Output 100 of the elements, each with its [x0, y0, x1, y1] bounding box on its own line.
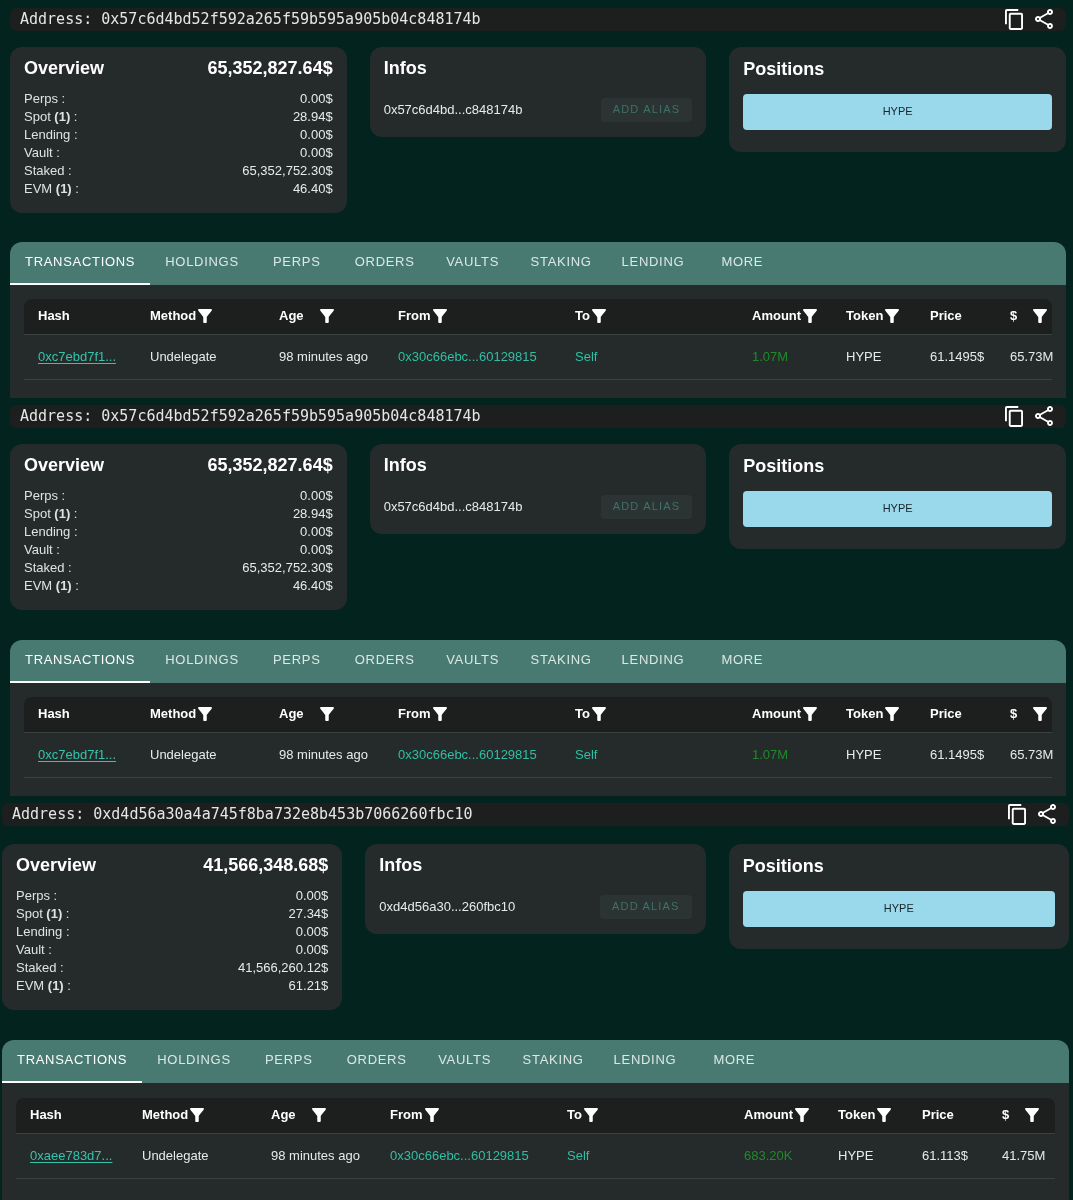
tab[interactable]: LENDING	[598, 1039, 692, 1083]
tab[interactable]: ORDERS	[331, 1039, 422, 1083]
filter-icon[interactable]	[198, 309, 213, 323]
share-icon[interactable]	[1035, 9, 1053, 30]
position-button[interactable]: HYPE	[743, 93, 1052, 130]
hash-link[interactable]: 0xc7ebd7f1...	[38, 346, 117, 367]
column-header[interactable]: Amount	[752, 704, 818, 724]
tab[interactable]: PERPS	[253, 639, 340, 683]
column-header[interactable]: $	[1002, 1105, 1040, 1125]
balance-label: Vault :	[24, 540, 60, 559]
column-header[interactable]: To	[575, 306, 606, 326]
filter-icon[interactable]	[432, 309, 447, 323]
filter-icon[interactable]	[885, 707, 900, 721]
column-header[interactable]: To	[567, 1105, 598, 1125]
filter-icon[interactable]	[432, 707, 447, 721]
filter-icon[interactable]	[319, 309, 334, 323]
hash-link[interactable]: 0xc7ebd7f1...	[38, 744, 117, 765]
column-header[interactable]: Price	[922, 1105, 954, 1125]
table-cell-text: HYPE	[838, 1146, 874, 1165]
tab[interactable]: HOLDINGS	[142, 1039, 246, 1083]
filter-icon[interactable]	[803, 309, 818, 323]
address-link[interactable]: 0x30c66ebc...60129815	[390, 1145, 529, 1166]
tab[interactable]: STAKING	[507, 1039, 599, 1083]
balance-value: 46.40$	[292, 179, 333, 198]
tab[interactable]: LENDING	[606, 241, 700, 285]
positions-title: Positions	[743, 455, 825, 478]
table-cell-text: 61.1495$	[930, 347, 985, 366]
column-header[interactable]: Price	[930, 704, 962, 724]
tab[interactable]: STAKING	[515, 639, 607, 683]
position-button[interactable]: HYPE	[743, 490, 1052, 527]
column-header[interactable]: Method	[142, 1105, 205, 1125]
tab[interactable]: PERPS	[253, 241, 340, 285]
tab[interactable]: VAULTS	[421, 1039, 508, 1083]
tab[interactable]: HOLDINGS	[150, 639, 254, 683]
filter-icon[interactable]	[1033, 707, 1048, 721]
copy-icon[interactable]	[1005, 8, 1023, 30]
balance-label: EVM (1) :	[24, 179, 79, 198]
address-link[interactable]: Self	[575, 744, 598, 765]
tab[interactable]: STAKING	[515, 241, 607, 285]
filter-icon[interactable]	[885, 309, 900, 323]
filter-icon[interactable]	[591, 707, 606, 721]
column-header[interactable]: Hash	[30, 1105, 62, 1125]
filter-icon[interactable]	[877, 1108, 892, 1122]
hash-link[interactable]: 0xaee783d7...	[30, 1145, 113, 1166]
filter-icon[interactable]	[1025, 1108, 1040, 1122]
column-header[interactable]: Method	[150, 704, 213, 724]
column-header[interactable]: From	[398, 306, 447, 326]
column-header[interactable]: $	[1010, 704, 1048, 724]
filter-icon[interactable]	[591, 309, 606, 323]
copy-icon[interactable]	[1008, 803, 1026, 825]
filter-icon[interactable]	[795, 1108, 810, 1122]
column-header[interactable]: Amount	[752, 306, 818, 326]
address-link[interactable]: 0x30c66ebc...60129815	[398, 744, 537, 765]
column-header[interactable]: Hash	[38, 306, 70, 326]
balance-label: EVM (1) :	[24, 576, 79, 595]
address-link[interactable]: 0x30c66ebc...60129815	[398, 346, 537, 367]
column-header[interactable]: Token	[846, 704, 900, 724]
filter-icon[interactable]	[311, 1108, 326, 1122]
column-header[interactable]: Age	[271, 1105, 326, 1125]
tab[interactable]: VAULTS	[429, 639, 516, 683]
tab[interactable]: VAULTS	[429, 241, 516, 285]
tab[interactable]: MORE	[691, 1039, 778, 1083]
tab[interactable]: LENDING	[606, 639, 700, 683]
tab[interactable]: PERPS	[245, 1039, 332, 1083]
positions-title: Positions	[742, 855, 824, 878]
position-button[interactable]: HYPE	[742, 890, 1055, 927]
address-link[interactable]: Self	[575, 346, 598, 367]
filter-icon[interactable]	[583, 1108, 598, 1122]
balance-label: EVM (1) :	[16, 976, 71, 995]
column-header[interactable]: To	[575, 704, 606, 724]
filter-icon[interactable]	[1033, 309, 1048, 323]
tab[interactable]: ORDERS	[339, 639, 430, 683]
copy-icon[interactable]	[1005, 405, 1023, 427]
tab[interactable]: ORDERS	[339, 241, 430, 285]
column-header[interactable]: Price	[930, 306, 962, 326]
column-header[interactable]: Age	[279, 306, 334, 326]
table-cell-text: Undelegate	[142, 1146, 209, 1165]
column-header[interactable]: Age	[279, 704, 334, 724]
balance-label: Perps :	[16, 886, 58, 905]
address-link[interactable]: Self	[567, 1145, 590, 1166]
filter-icon[interactable]	[319, 707, 334, 721]
tab[interactable]: HOLDINGS	[150, 241, 254, 285]
filter-icon[interactable]	[198, 707, 213, 721]
filter-icon[interactable]	[803, 707, 818, 721]
column-header[interactable]: Method	[150, 306, 213, 326]
column-header[interactable]: From	[398, 704, 447, 724]
column-header[interactable]: Token	[846, 306, 900, 326]
table-cell-text: 61.113$	[922, 1146, 969, 1165]
column-header[interactable]: Token	[838, 1105, 892, 1125]
filter-icon[interactable]	[424, 1108, 439, 1122]
column-header[interactable]: $	[1010, 306, 1048, 326]
tab[interactable]: MORE	[699, 639, 786, 683]
column-header[interactable]: Amount	[744, 1105, 810, 1125]
column-header[interactable]: From	[390, 1105, 439, 1125]
infos-title: Infos	[383, 57, 427, 80]
column-header[interactable]: Hash	[38, 704, 70, 724]
share-icon[interactable]	[1035, 406, 1053, 427]
share-icon[interactable]	[1038, 804, 1056, 825]
filter-icon[interactable]	[190, 1108, 205, 1122]
tab[interactable]: MORE	[699, 241, 786, 285]
